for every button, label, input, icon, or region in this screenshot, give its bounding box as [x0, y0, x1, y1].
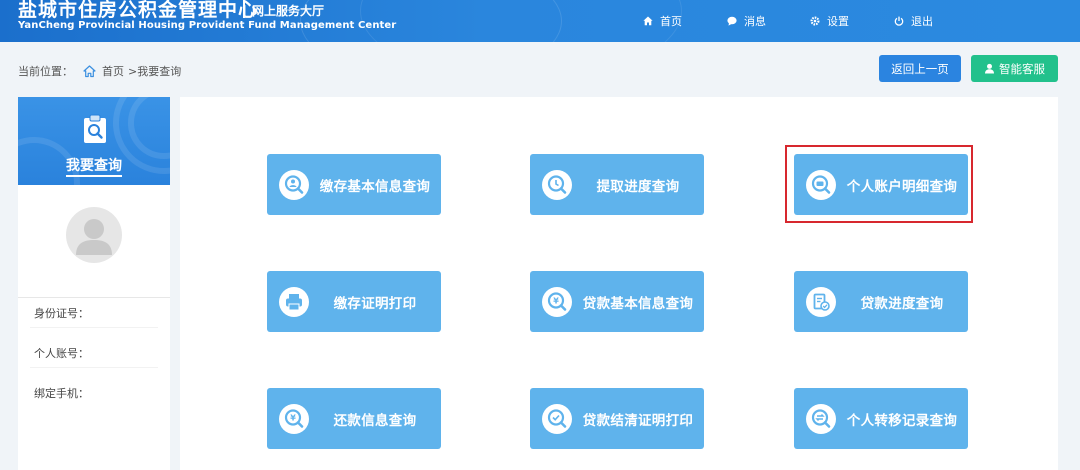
smart-service-label: 智能客服: [999, 61, 1045, 76]
query-button-label: 个人转移记录查询: [846, 412, 958, 429]
divider: [30, 367, 158, 368]
query-transfer-record-button[interactable]: 个人转移记录查询: [794, 388, 968, 449]
id-number-label: 身份证号：: [34, 307, 89, 320]
nav-home-label: 首页: [660, 15, 682, 28]
nav-home[interactable]: 首页: [643, 13, 682, 29]
query-deposit-info-button[interactable]: 缴存基本信息查询: [267, 154, 441, 215]
query-button-label: 提取进度查询: [596, 178, 680, 195]
site-title-english: YanCheng Provincial Housing Provident Fu…: [18, 20, 397, 31]
power-icon: [894, 16, 904, 26]
query-button-label: 缴存基本信息查询: [319, 178, 431, 195]
query-button-label: 贷款进度查询: [860, 295, 944, 312]
sidebar-title-text: 我要查询: [66, 158, 122, 177]
top-header: 盐城市住房公积金管理中心 网上服务大厅 YanCheng Provincial …: [0, 0, 1080, 42]
loan-search-icon: ¥: [542, 287, 572, 317]
settle-search-icon: [542, 404, 572, 434]
query-button-label: 贷款基本信息查询: [582, 295, 694, 312]
print-deposit-certificate-button[interactable]: 缴存证明打印: [267, 271, 441, 332]
transfer-search-icon: [806, 404, 836, 434]
query-loan-progress-button[interactable]: 贷款进度查询: [794, 271, 968, 332]
clipboard-search-icon: [84, 114, 106, 143]
document-check-icon: [806, 287, 836, 317]
query-repayment-info-button[interactable]: ¥ 还款信息查询: [267, 388, 441, 449]
sidebar-title: 我要查询: [18, 155, 170, 177]
home-icon[interactable]: [83, 64, 96, 78]
bound-phone-label: 绑定手机：: [34, 387, 89, 400]
printer-icon: [279, 287, 309, 317]
breadcrumb: 当前位置： 首页 >我要查询: [18, 63, 181, 79]
user-icon: [76, 219, 112, 255]
account-number-label: 个人账号：: [34, 347, 89, 360]
sidebar-header: 我要查询: [18, 97, 170, 185]
nav-settings-label: 设置: [827, 15, 849, 28]
site-subtitle: 网上服务大厅: [252, 4, 325, 18]
site-title: 盐城市住房公积金管理中心: [18, 0, 259, 21]
sidebar: 我要查询 身份证号： 个人账号： 绑定手机：: [18, 97, 170, 470]
nav-logout[interactable]: 退出: [894, 13, 933, 29]
smart-service-button[interactable]: 智能客服: [971, 55, 1058, 82]
divider: [18, 297, 170, 298]
message-icon: [727, 16, 737, 26]
search-person-icon: [279, 170, 309, 200]
query-button-label: 还款信息查询: [333, 412, 417, 429]
query-button-label: 缴存证明打印: [333, 295, 417, 312]
nav-messages-label: 消息: [744, 15, 766, 28]
nav-logout-label: 退出: [911, 15, 933, 28]
avatar: [66, 207, 122, 263]
repay-search-icon: ¥: [279, 404, 309, 434]
highlight-box: [785, 145, 973, 223]
breadcrumb-home-link[interactable]: 首页: [102, 63, 124, 79]
svg-text:¥: ¥: [290, 414, 296, 423]
title-divider: [243, 0, 245, 18]
query-withdrawal-progress-button[interactable]: 提取进度查询: [530, 154, 704, 215]
divider: [30, 327, 158, 328]
query-button-label: 贷款结清证明打印: [582, 412, 694, 429]
svg-text:¥: ¥: [553, 297, 559, 306]
home-icon: [643, 16, 653, 26]
breadcrumb-prefix: 当前位置：: [18, 65, 73, 78]
progress-search-icon: [542, 170, 572, 200]
header-decoration: [360, 0, 682, 42]
customer-service-icon: [985, 63, 994, 74]
nav-messages[interactable]: 消息: [727, 13, 766, 29]
print-loan-settlement-button[interactable]: 贷款结清证明打印: [530, 388, 704, 449]
query-loan-info-button[interactable]: ¥ 贷款基本信息查询: [530, 271, 704, 332]
nav-settings[interactable]: 设置: [810, 13, 849, 29]
breadcrumb-current: >我要查询: [128, 65, 182, 78]
back-button[interactable]: 返回上一页: [879, 55, 961, 82]
gear-icon: [810, 16, 820, 26]
